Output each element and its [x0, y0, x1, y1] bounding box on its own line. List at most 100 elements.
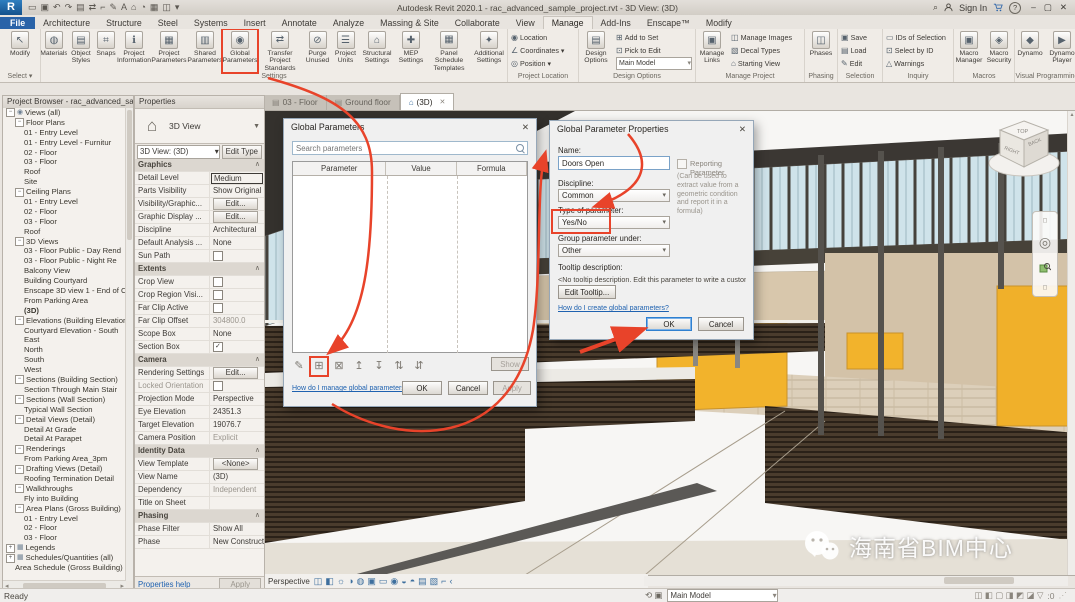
prop-section-graphics[interactable]: Graphics∧	[135, 159, 264, 172]
ribbon-button-position[interactable]: ◎Position ▾	[511, 57, 565, 69]
ribbon-button-pick-to-edit[interactable]: ⊡Pick to Edit	[616, 44, 692, 56]
sun-path-checkbox[interactable]	[213, 251, 223, 261]
prop-value[interactable]	[210, 497, 264, 509]
prop-value[interactable]: (3D)	[210, 471, 264, 483]
browser-item-detail-at-grade[interactable]: Detail At Grade	[3, 425, 126, 435]
chevron-down-icon[interactable]: ▼	[253, 123, 264, 130]
ribbon-tab-enscape[interactable]: Enscape™	[639, 17, 698, 29]
active-design-option-select[interactable]: Main Model▾	[667, 589, 778, 602]
rendering-dialog-icon[interactable]: ◍	[357, 576, 365, 587]
dialog-title-bar[interactable]: Global Parameters ✕	[284, 119, 536, 135]
sort-descending-icon[interactable]: ⇵	[412, 359, 426, 374]
ribbon-button-manage-images[interactable]: ◫Manage Images	[731, 31, 792, 43]
steering-wheel-icon[interactable]: ◎	[1039, 234, 1051, 251]
browser-item-balcony-view[interactable]: Balcony View	[3, 266, 126, 276]
browser-item-roofing-termination-detail[interactable]: Roofing Termination Detail	[3, 474, 126, 484]
apply-button[interactable]: Apply	[493, 381, 531, 395]
collapse-icon[interactable]: ∧	[255, 445, 264, 457]
ribbon-button-save[interactable]: ▣Save	[841, 31, 867, 43]
expand-icon[interactable]: −	[15, 237, 24, 246]
customize-qat-icon[interactable]: ▾	[175, 2, 180, 13]
section-box-checkbox[interactable]: ✓	[213, 342, 223, 352]
sign-in-button[interactable]: Sign In	[959, 3, 987, 13]
ribbon-tab-annotate[interactable]: Annotate	[274, 17, 325, 29]
view-cube[interactable]: TOP RIGHT BACK	[984, 113, 1064, 187]
rendering-settings-edit-button[interactable]: Edit...	[213, 367, 258, 379]
filter-icon[interactable]: ▽	[1037, 590, 1044, 600]
select-underlay-icon[interactable]: ◩	[1016, 590, 1026, 600]
collapse-icon[interactable]: ∧	[255, 159, 264, 171]
canvas-vscrollbar[interactable]: ▴	[1067, 111, 1075, 575]
tag-icon[interactable]: ✎	[109, 2, 117, 13]
temporary-hide-icon[interactable]: ◒	[401, 576, 406, 587]
ribbon-tab-collaborate[interactable]: Collaborate	[447, 17, 508, 29]
lock-3d-icon[interactable]: ◉	[390, 576, 398, 587]
redo-icon[interactable]: ↷	[65, 2, 73, 13]
ribbon-button-design-options[interactable]: ▤Design Options	[579, 30, 613, 72]
browser-item-drafting-views-detail[interactable]: −Drafting Views (Detail)	[3, 464, 126, 474]
user-icon[interactable]	[944, 3, 953, 12]
visibility-graphic-edit-button[interactable]: Edit...	[213, 198, 258, 210]
ribbon-button-purge-unused[interactable]: ⊘Purge Unused	[303, 30, 332, 72]
browser-item-legends[interactable]: +▦Legends	[3, 543, 126, 553]
ribbon-button-object-styles[interactable]: ▤Object Styles	[67, 30, 95, 72]
ribbon-button-decal-types[interactable]: ▧Decal Types	[731, 44, 792, 56]
prop-value[interactable]: 24351.3	[210, 406, 264, 418]
revit-logo-icon[interactable]: R	[0, 0, 22, 15]
zoom-icon[interactable]	[1039, 262, 1051, 274]
undo-icon[interactable]: ↶	[53, 2, 61, 13]
collapse-icon[interactable]: ‹	[449, 576, 452, 587]
select-links-icon[interactable]: ◨	[1006, 590, 1016, 600]
thin-lines-icon[interactable]: ▦	[150, 2, 159, 13]
ribbon-tab-add-ins[interactable]: Add-Ins	[593, 17, 639, 29]
ribbon-button-project-parameters[interactable]: ▦Project Parameters	[151, 30, 187, 72]
browser-item-03-floor-public-day-rend[interactable]: 03 - Floor Public - Day Rend	[3, 246, 126, 256]
browser-item-building-courtyard[interactable]: Building Courtyard	[3, 276, 126, 286]
reveal-constraints-icon[interactable]: ⌐	[441, 576, 446, 587]
browser-item-site[interactable]: Site	[3, 177, 126, 187]
column-header-value[interactable]: Value	[386, 162, 456, 175]
ribbon-button-mep-settings[interactable]: ✚MEP Settings	[395, 30, 427, 72]
browser-item-detail-at-parapet[interactable]: Detail At Parapet	[3, 434, 126, 444]
prop-value[interactable]: None	[210, 237, 264, 249]
show-button[interactable]: Show	[491, 357, 529, 371]
prop-value[interactable]: Medium	[211, 173, 263, 184]
ribbon-button-warnings[interactable]: △Warnings	[886, 57, 946, 69]
column-header-parameter[interactable]: Parameter	[293, 162, 386, 175]
collapse-icon[interactable]: ∧	[255, 263, 264, 275]
edit-tooltip-button[interactable]: Edit Tooltip...	[558, 285, 616, 299]
measure-icon[interactable]: ⇄	[89, 2, 97, 13]
browser-item-fly-into-building[interactable]: Fly into Building	[3, 494, 126, 504]
expand-icon[interactable]: −	[15, 484, 24, 493]
maximize-button[interactable]: ▢	[1040, 2, 1056, 12]
ribbon-select-main-model[interactable]: Main Model▾	[616, 57, 692, 70]
browser-item-ceiling-plans[interactable]: −Ceiling Plans	[3, 187, 126, 197]
editable-only-icon[interactable]: ◫	[974, 590, 984, 600]
browser-item-02-floor[interactable]: 02 - Floor	[3, 207, 126, 217]
ribbon-tab-view[interactable]: View	[508, 17, 543, 29]
prop-value[interactable]: Show All	[210, 523, 264, 535]
ribbon-button-ids-of-selection[interactable]: ▭IDs of Selection	[886, 31, 946, 43]
prop-value[interactable]: Architectural	[210, 224, 264, 236]
prop-value[interactable]: New Construction	[210, 536, 264, 548]
browser-item-from-parking-area-3pm[interactable]: From Parking Area_3pm	[3, 454, 126, 464]
browser-item-west[interactable]: West	[3, 365, 126, 375]
close-icon[interactable]: ✕	[439, 98, 445, 106]
expand-icon[interactable]: −	[15, 375, 24, 384]
gp-help-link[interactable]: How do I manage global parameters?	[292, 385, 409, 392]
far-clip-active-checkbox[interactable]	[213, 303, 223, 313]
ribbon-tab-architecture[interactable]: Architecture	[35, 17, 98, 29]
browser-item-area-plans-gross-building[interactable]: −Area Plans (Gross Building)	[3, 504, 126, 514]
ribbon-button-location[interactable]: ◉Location	[511, 31, 565, 43]
ribbon-button-dynamo[interactable]: ◆Dynamo	[1015, 30, 1045, 72]
browser-item-3d[interactable]: (3D)	[3, 306, 126, 316]
browser-item-east[interactable]: East	[3, 335, 126, 345]
ribbon-button-edit[interactable]: ✎Edit	[841, 57, 867, 69]
ribbon-button-macro-manager[interactable]: ▣Macro Manager	[954, 30, 984, 72]
instance-selector[interactable]: 3D View: (3D)▾	[137, 145, 220, 159]
ribbon-tab-file[interactable]: File	[0, 17, 35, 29]
ribbon-tab-massing-site[interactable]: Massing & Site	[372, 17, 447, 29]
browser-item-01-entry-level[interactable]: 01 - Entry Level	[3, 514, 126, 524]
ribbon-tab-manage[interactable]: Manage	[543, 16, 593, 29]
temporary-properties-icon[interactable]: ▤	[418, 576, 427, 587]
